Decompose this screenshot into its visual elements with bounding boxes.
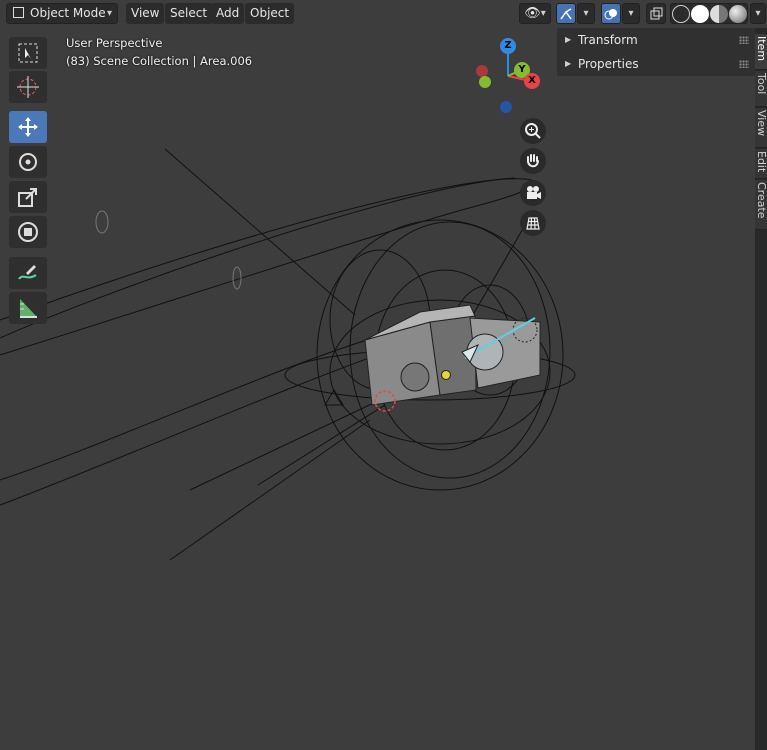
- tab-view[interactable]: View: [755, 108, 767, 148]
- cursor-icon: [17, 76, 39, 98]
- menu-select[interactable]: Select: [165, 3, 213, 24]
- tool-measure[interactable]: [9, 292, 47, 324]
- menu-add[interactable]: Add: [211, 3, 245, 24]
- gizmo-dropdown[interactable]: ▾: [577, 3, 595, 24]
- tab-item[interactable]: Item: [755, 34, 767, 70]
- tab-create[interactable]: Create: [755, 180, 767, 230]
- pan-button[interactable]: [520, 148, 546, 174]
- scene-wireframe: [0, 148, 576, 561]
- ortho-toggle-button[interactable]: [520, 210, 546, 236]
- zoom-button[interactable]: [520, 118, 546, 144]
- solid-shading-icon[interactable]: [690, 4, 709, 23]
- object-mode-icon: [13, 7, 24, 18]
- menu-view[interactable]: View: [126, 3, 165, 24]
- gizmo-x-axis[interactable]: X: [524, 73, 540, 89]
- zoom-icon: [525, 123, 541, 139]
- scale-icon: [18, 188, 37, 207]
- viewport-header: Object Mode ▾ View Select Add Object 👁 ▾ …: [0, 0, 767, 28]
- tab-create-label: Create: [755, 182, 767, 219]
- measure-icon: [20, 299, 37, 318]
- chevron-down-icon: ▾: [755, 8, 761, 19]
- panel-properties[interactable]: ▶ Properties: [557, 52, 755, 76]
- move-icon: [18, 117, 38, 137]
- overlays-icon: [604, 8, 617, 19]
- perspective-label: User Perspective: [66, 36, 163, 50]
- sidebar-panel: ▶ Transform ▶ Properties: [557, 28, 755, 76]
- tool-select-box[interactable]: [9, 37, 47, 69]
- shading-group: [670, 3, 748, 24]
- collapse-triangle-icon: ▶: [565, 59, 572, 68]
- material-shading-icon[interactable]: [709, 4, 728, 23]
- chevron-down-icon: ▾: [540, 8, 546, 19]
- chevron-down-icon: ▾: [628, 8, 634, 19]
- chevron-down-icon: ▾: [583, 8, 589, 19]
- panel-transform[interactable]: ▶ Transform: [557, 28, 755, 52]
- drag-handle-icon[interactable]: [739, 36, 749, 44]
- transform-icon: [18, 222, 38, 242]
- tab-edit[interactable]: Edit: [755, 149, 767, 179]
- tool-move[interactable]: [9, 111, 47, 143]
- xray-icon: [650, 7, 663, 19]
- chevron-down-icon: ▾: [106, 8, 112, 19]
- tab-edit-label: Edit: [755, 151, 767, 173]
- wireframe-shading-icon[interactable]: [671, 4, 690, 23]
- sidebar-tabs: Item Tool View Edit Create: [755, 28, 767, 750]
- camera-icon: [527, 186, 541, 199]
- mode-label: Object Mode: [30, 6, 106, 20]
- gizmo-z-axis[interactable]: Z: [500, 38, 516, 54]
- menu-object[interactable]: Object: [245, 3, 295, 24]
- overlays-dropdown[interactable]: ▾: [622, 3, 640, 24]
- gizmo-icon: [560, 7, 572, 19]
- 3d-viewport[interactable]: Object Mode ▾ View Select Add Object 👁 ▾ …: [0, 0, 767, 750]
- grid-icon: [526, 217, 540, 230]
- panel-properties-label: Properties: [578, 57, 639, 71]
- xray-toggle[interactable]: [646, 3, 666, 24]
- tool-transform[interactable]: [9, 216, 47, 248]
- drag-handle-icon[interactable]: [739, 60, 749, 68]
- tab-item-label: Item: [755, 36, 767, 62]
- tab-tool[interactable]: Tool: [755, 71, 767, 107]
- tool-annotate[interactable]: [9, 257, 47, 289]
- hand-icon: [527, 154, 539, 168]
- rendered-shading-icon[interactable]: [728, 4, 747, 23]
- tool-scale[interactable]: [9, 181, 47, 213]
- select-box-icon: [18, 43, 38, 63]
- annotate-icon: [18, 265, 37, 280]
- tool-cursor[interactable]: [9, 71, 47, 103]
- rotate-icon: [19, 153, 37, 171]
- shading-dropdown[interactable]: ▾: [750, 3, 766, 24]
- gizmo-toggle[interactable]: [556, 3, 576, 24]
- panel-transform-label: Transform: [578, 33, 638, 47]
- collapse-triangle-icon: ▶: [565, 35, 572, 44]
- mode-dropdown[interactable]: Object Mode ▾: [6, 3, 118, 24]
- eye-icon: 👁: [524, 6, 541, 21]
- camera-view-button[interactable]: [520, 180, 546, 206]
- tab-tool-label: Tool: [755, 73, 767, 95]
- visibility-dropdown[interactable]: 👁 ▾: [519, 3, 551, 24]
- overlays-toggle[interactable]: [601, 3, 621, 24]
- tool-rotate[interactable]: [9, 146, 47, 178]
- tab-view-label: View: [755, 110, 767, 137]
- collection-label: (83) Scene Collection | Area.006: [66, 54, 253, 68]
